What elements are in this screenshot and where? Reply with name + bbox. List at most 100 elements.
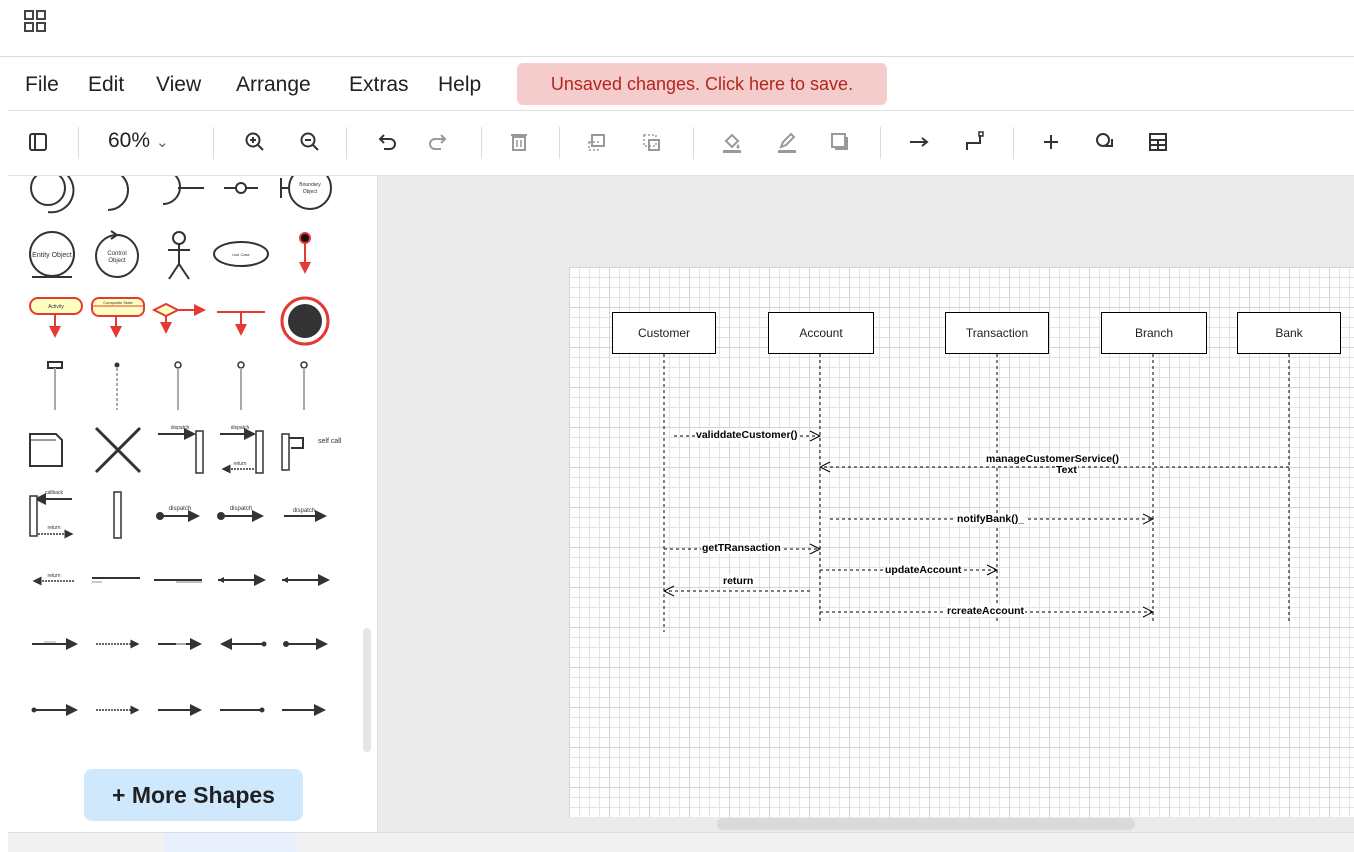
shape-sidebar: Boundary Object Entity Object Control Obje… <box>8 176 378 832</box>
return-label: return <box>47 525 60 531</box>
menu-bar: File Edit View Arrange Extras Help Unsav… <box>8 57 1354 111</box>
canvas-horizontal-scrollbar[interactable] <box>717 818 1135 830</box>
return-label: return <box>47 573 60 579</box>
dispatch-found-shape[interactable]: dispatch <box>217 506 264 522</box>
dispatch-return-shape[interactable]: dispatch return <box>220 425 264 474</box>
to-front-icon[interactable] <box>580 125 614 159</box>
delete-marker-shape[interactable] <box>94 426 142 474</box>
found-message-shape[interactable] <box>283 638 328 650</box>
lifeline-customer[interactable]: Customer <box>612 312 716 354</box>
message-line-shape[interactable] <box>92 577 140 583</box>
composite-state-shape[interactable]: Composite State <box>91 297 145 338</box>
table-icon[interactable] <box>1141 125 1175 159</box>
toolbar-divider <box>1013 127 1014 159</box>
menu-extras[interactable]: Extras <box>349 73 409 97</box>
self-call-shape[interactable]: self call <box>281 433 342 471</box>
message-line-shape[interactable] <box>154 579 202 583</box>
redo-icon[interactable] <box>421 125 455 159</box>
entity-object-shape[interactable]: Entity Object <box>29 231 75 278</box>
zoom-in-icon[interactable] <box>238 125 272 159</box>
lifeline-object-shape[interactable] <box>174 361 182 410</box>
svg-text:Use Case: Use Case <box>232 252 250 257</box>
zoom-out-icon[interactable] <box>293 125 327 159</box>
dispatch-message-shape[interactable]: dispatch <box>284 508 327 522</box>
unsaved-changes-button[interactable]: Unsaved changes. Click here to save. <box>517 63 887 105</box>
menu-edit[interactable]: Edit <box>88 73 124 97</box>
lifeline-account[interactable]: Account <box>768 312 874 354</box>
final-state-shape[interactable] <box>280 296 330 346</box>
message-label[interactable]: return <box>722 575 755 587</box>
actor-lifeline-shape[interactable] <box>30 176 75 214</box>
decision-shape[interactable] <box>151 302 206 334</box>
menu-help[interactable]: Help <box>438 73 481 97</box>
diagram-canvas[interactable]: Customer Account Transaction Branch Bank… <box>378 176 1354 832</box>
menu-file[interactable]: File <box>25 73 59 97</box>
lifeline-object-shape[interactable] <box>300 361 308 410</box>
svg-text:Control: Control <box>107 251 126 257</box>
undo-icon[interactable] <box>370 125 404 159</box>
bidirectional-message-shape[interactable] <box>218 574 266 586</box>
to-back-icon[interactable] <box>634 125 668 159</box>
lifeline-transaction[interactable]: Transaction <box>945 312 1049 354</box>
interface-arc-shape[interactable] <box>107 176 129 211</box>
diagram-page[interactable]: Customer Account Transaction Branch Bank… <box>569 267 1354 817</box>
activity-shape[interactable]: Activity <box>29 297 83 338</box>
zoom-dropdown[interactable]: 60% ⌄ <box>108 129 169 153</box>
boundary-object-shape[interactable]: BoundaryObject <box>280 176 332 210</box>
dispatch-found-shape[interactable]: dispatch <box>156 506 200 522</box>
return-message-shape[interactable]: return <box>32 573 74 586</box>
dispatch-activation-shape[interactable]: dispatch <box>158 425 204 474</box>
initial-state-shape[interactable] <box>299 232 311 274</box>
more-shapes-button[interactable]: + More Shapes <box>84 769 303 821</box>
message-label[interactable]: Text <box>1055 464 1078 476</box>
lifeline-shape[interactable] <box>114 362 120 411</box>
shapes-icon[interactable] <box>1088 125 1122 159</box>
shadow-icon[interactable] <box>823 125 857 159</box>
zoom-value: 60% <box>108 129 151 152</box>
svg-text:Object: Object <box>303 189 318 195</box>
connection-icon[interactable] <box>902 125 936 159</box>
line-color-icon[interactable] <box>770 125 804 159</box>
timeline-shape[interactable] <box>47 361 63 410</box>
message-label[interactable]: notifyBank()_ <box>956 513 1026 525</box>
activation-shape[interactable] <box>113 491 122 539</box>
waypoints-icon[interactable] <box>958 125 992 159</box>
use-case-shape[interactable]: Use Case <box>213 241 269 267</box>
reverse-message-shape[interactable] <box>220 638 267 650</box>
provided-interface-shape[interactable] <box>224 182 258 194</box>
message-shape[interactable] <box>32 638 78 650</box>
message-end-shape[interactable] <box>220 707 265 713</box>
message-label[interactable]: validdateCustomer() <box>695 429 799 441</box>
lifeline-bank[interactable]: Bank <box>1237 312 1341 354</box>
sidebar-scrollbar[interactable] <box>363 628 371 752</box>
fork-shape[interactable] <box>217 311 265 336</box>
message-label[interactable]: updateAccount <box>884 564 963 576</box>
chevron-down-icon: ⌄ <box>156 134 169 151</box>
dispatch-label: dispatch <box>293 508 315 514</box>
fill-color-icon[interactable] <box>715 125 749 159</box>
insert-icon[interactable] <box>1034 125 1068 159</box>
menu-arrange[interactable]: Arrange <box>236 73 311 97</box>
app-launcher-icon[interactable] <box>24 10 46 32</box>
toolbar: 60% ⌄ <box>8 111 1354 176</box>
frame-shape[interactable] <box>29 433 63 467</box>
delete-icon[interactable] <box>502 125 536 159</box>
message-label[interactable]: rcreateAccount <box>946 605 1026 617</box>
lost-message-shape[interactable] <box>31 704 78 716</box>
actor-shape[interactable] <box>168 231 190 280</box>
lifeline-object-shape[interactable] <box>237 361 245 410</box>
svg-text:Composite State: Composite State <box>103 300 133 305</box>
message-label[interactable]: getTRansaction <box>701 542 782 554</box>
required-interface-shape[interactable] <box>162 176 204 205</box>
svg-text:Activity: Activity <box>48 304 64 310</box>
lifeline-branch[interactable]: Branch <box>1101 312 1207 354</box>
page-tab[interactable] <box>163 833 298 852</box>
bidirectional-message-shape[interactable] <box>282 574 330 586</box>
format-panel-icon[interactable] <box>21 125 55 159</box>
callback-shape[interactable]: callback return <box>29 490 74 539</box>
message-label[interactable]: manageCustomerService() <box>985 453 1121 465</box>
svg-text:Object: Object <box>108 258 126 264</box>
return-label: return <box>233 461 246 467</box>
menu-view[interactable]: View <box>156 73 201 97</box>
control-object-shape[interactable]: ControlObject <box>95 230 139 278</box>
